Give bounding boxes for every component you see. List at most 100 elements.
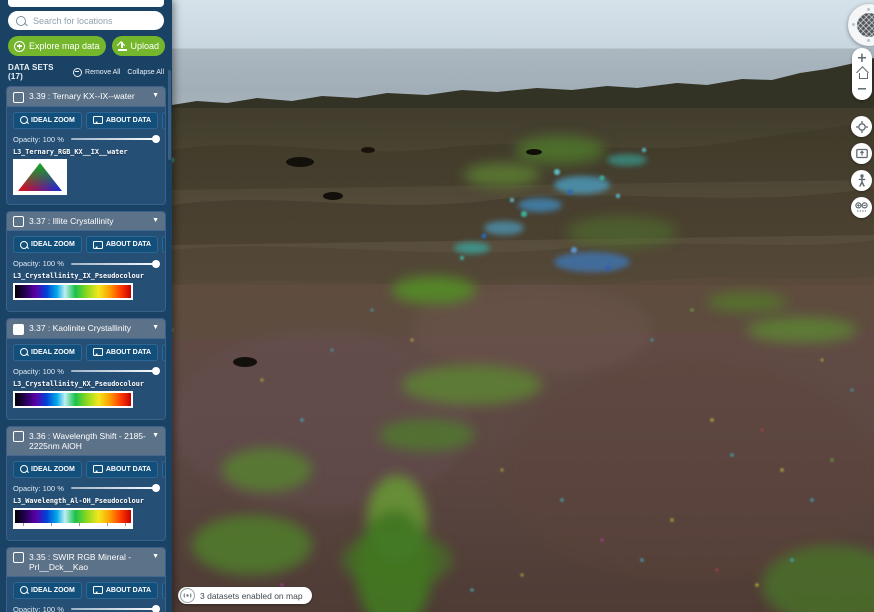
- card-menu-button[interactable]: ⋮: [162, 236, 166, 253]
- magnifier-icon: [20, 465, 28, 473]
- split-view-button[interactable]: [851, 197, 872, 218]
- comment-icon: [93, 241, 103, 249]
- dataset-title: 3.36 : Wavelength Shift - 2185-2225nm Al…: [29, 431, 147, 452]
- datasets-header: DATA SETS (17) Remove All Collapse All: [8, 63, 164, 81]
- opacity-slider[interactable]: [71, 608, 159, 610]
- sidebar-actions: Explore map data Upload: [8, 36, 164, 56]
- kebab-icon: ⋮: [163, 347, 166, 358]
- home-view-button[interactable]: [857, 69, 868, 79]
- opacity-slider[interactable]: [71, 263, 159, 265]
- dataset-list: 3.39 : Ternary KX--IX--water ▼ IDEAL ZOO…: [0, 86, 172, 612]
- top-cropped-panel: [8, 0, 164, 7]
- collapse-all-button[interactable]: Collapse All: [127, 69, 164, 76]
- comment-icon: [93, 465, 103, 473]
- upload-button[interactable]: Upload: [112, 36, 166, 56]
- card-menu-button[interactable]: ⋮: [162, 461, 166, 478]
- location-search[interactable]: [8, 11, 164, 30]
- geolocate-button[interactable]: [851, 116, 872, 137]
- opacity-label: Opacity: 100 %: [13, 367, 64, 376]
- dataset-card-header[interactable]: 3.36 : Wavelength Shift - 2185-2225nm Al…: [7, 427, 165, 455]
- chevron-down-icon[interactable]: ▼: [152, 431, 159, 441]
- opacity-slider[interactable]: [71, 138, 159, 140]
- magnifier-icon: [20, 348, 28, 356]
- pseudocolour-legend-thumbnail: [13, 391, 133, 408]
- legend-filename: L3_Crystallinity_KX_Pseudocolour: [13, 380, 159, 388]
- card-menu-button[interactable]: ⋮: [162, 582, 166, 599]
- slider-knob[interactable]: [152, 484, 160, 492]
- magnifier-icon: [20, 241, 28, 249]
- comment-icon: [93, 586, 103, 594]
- chevron-down-icon[interactable]: ▼: [152, 216, 159, 226]
- legend-filename: L3_Wavelength_Al-OH_Pseudocolour: [13, 497, 159, 505]
- map-viewport[interactable]: + −: [172, 0, 874, 612]
- dataset-title: 3.37 : Illite Crystallinity: [29, 216, 147, 227]
- dataset-checkbox[interactable]: [13, 552, 24, 563]
- opacity-slider[interactable]: [71, 487, 159, 489]
- sidebar-scrollbar[interactable]: [168, 70, 171, 160]
- kebab-icon: ⋮: [163, 115, 166, 126]
- sidebar: Explore map data Upload DATA SETS (17) R…: [0, 0, 172, 612]
- person-icon: [857, 174, 867, 187]
- dataset-card-body: IDEAL ZOOM ABOUT DATA ⋮ Opacity: 100 %: [7, 106, 165, 204]
- dataset-checkbox[interactable]: [13, 324, 24, 335]
- chevron-down-icon[interactable]: ▼: [152, 323, 159, 333]
- slider-knob[interactable]: [152, 135, 160, 143]
- about-data-button[interactable]: ABOUT DATA: [86, 236, 158, 253]
- zoom-out-button[interactable]: −: [857, 84, 868, 95]
- fullscreen-button[interactable]: [851, 143, 872, 164]
- dataset-checkbox[interactable]: [13, 92, 24, 103]
- ternary-legend-thumbnail: [13, 159, 67, 195]
- ideal-zoom-button[interactable]: IDEAL ZOOM: [13, 236, 82, 253]
- chevron-down-icon[interactable]: ▼: [152, 552, 159, 562]
- explore-map-data-button[interactable]: Explore map data: [8, 36, 106, 56]
- pseudocolour-legend-thumbnail: [13, 508, 133, 529]
- about-data-button[interactable]: ABOUT DATA: [86, 461, 158, 478]
- kebab-icon: ⋮: [163, 585, 166, 596]
- dataset-card-header[interactable]: 3.35 : SWIR RGB Mineral - Prl__Dck__Kao …: [7, 548, 165, 576]
- dataset-card-body: IDEAL ZOOM ABOUT DATA ⋮ Opacity: 100 %: [7, 230, 165, 311]
- dataset-card: 3.37 : Kaolinite Crystallinity ▼ IDEAL Z…: [6, 318, 166, 420]
- opacity-label: Opacity: 100 %: [13, 259, 64, 268]
- comment-icon: [93, 348, 103, 356]
- dataset-title: 3.39 : Ternary KX--IX--water: [29, 91, 147, 102]
- remove-all-button[interactable]: Remove All: [73, 68, 120, 77]
- card-menu-button[interactable]: ⋮: [162, 112, 166, 129]
- datasets-status-pill[interactable]: 3 datasets enabled on map: [178, 587, 312, 604]
- ideal-zoom-button[interactable]: IDEAL ZOOM: [13, 582, 82, 599]
- upload-icon: [118, 42, 127, 51]
- circle-minus-icon: [73, 68, 82, 77]
- slider-knob[interactable]: [152, 605, 160, 612]
- opacity-slider[interactable]: [71, 370, 159, 372]
- dataset-card-header[interactable]: 3.39 : Ternary KX--IX--water ▼: [7, 87, 165, 106]
- zoom-in-button[interactable]: +: [857, 53, 868, 64]
- ideal-zoom-button[interactable]: IDEAL ZOOM: [13, 344, 82, 361]
- about-data-button[interactable]: ABOUT DATA: [86, 112, 158, 129]
- dataset-card: 3.35 : SWIR RGB Mineral - Prl__Dck__Kao …: [6, 547, 166, 612]
- app-window: Explore map data Upload DATA SETS (17) R…: [0, 0, 874, 612]
- dataset-title: 3.37 : Kaolinite Crystallinity: [29, 323, 147, 334]
- legend-filename: L3_Crystallinity_IX_Pseudocolour: [13, 272, 159, 280]
- ideal-zoom-button[interactable]: IDEAL ZOOM: [13, 461, 82, 478]
- ideal-zoom-button[interactable]: IDEAL ZOOM: [13, 112, 82, 129]
- dataset-checkbox[interactable]: [13, 431, 24, 442]
- explore-label: Explore map data: [29, 41, 100, 51]
- datasets-status-text: 3 datasets enabled on map: [200, 591, 303, 601]
- dataset-card-body: IDEAL ZOOM ABOUT DATA ⋮ Opacity: 100 %: [7, 576, 165, 612]
- pedestrian-view-button[interactable]: [851, 170, 872, 191]
- slider-knob[interactable]: [152, 367, 160, 375]
- magnifier-icon: [20, 116, 28, 124]
- about-data-button[interactable]: ABOUT DATA: [86, 582, 158, 599]
- dataset-checkbox[interactable]: [13, 216, 24, 227]
- frame-arrow-icon: [856, 148, 868, 159]
- zoom-controls: + −: [852, 48, 872, 100]
- chevron-down-icon[interactable]: ▼: [152, 91, 159, 101]
- dataset-card-header[interactable]: 3.37 : Kaolinite Crystallinity ▼: [7, 319, 165, 338]
- dataset-card-header[interactable]: 3.37 : Illite Crystallinity ▼: [7, 212, 165, 231]
- about-data-button[interactable]: ABOUT DATA: [86, 344, 158, 361]
- search-input[interactable]: [31, 15, 156, 27]
- card-menu-button[interactable]: ⋮: [162, 344, 166, 361]
- dataset-card: 3.36 : Wavelength Shift - 2185-2225nm Al…: [6, 426, 166, 541]
- slider-knob[interactable]: [152, 260, 160, 268]
- datasets-status-icon: [180, 588, 195, 603]
- kebab-icon: ⋮: [163, 464, 166, 475]
